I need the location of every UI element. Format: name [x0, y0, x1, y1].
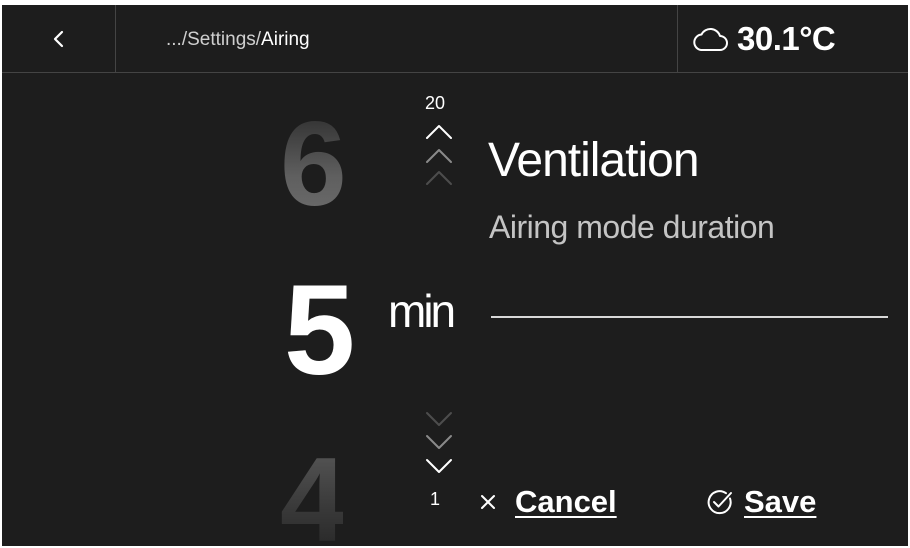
- picker-previous-value[interactable]: 6: [280, 104, 347, 224]
- back-button[interactable]: [2, 5, 116, 73]
- chevrons-up-icon[interactable]: [423, 120, 455, 190]
- picker-max-label: 20: [424, 93, 446, 113]
- picker-min-label: 1: [429, 489, 440, 509]
- breadcrumb: .../Settings/Airing: [166, 28, 310, 52]
- check-circle-icon: [707, 490, 732, 515]
- temperature-readout: 30.1°C: [737, 20, 836, 57]
- picker-unit: min: [388, 285, 456, 337]
- picker-current-value: 5: [284, 259, 355, 402]
- cancel-label: Cancel: [515, 484, 617, 519]
- airing-settings-screen: .../Settings/Airing 30.1°C 6 5 4 min 20 …: [2, 5, 908, 546]
- picker-next-value[interactable]: 4: [280, 440, 347, 546]
- setting-title: Ventilation: [488, 134, 700, 187]
- save-button[interactable]: Save: [705, 482, 816, 522]
- chevron-left-icon: [53, 30, 63, 48]
- close-icon: [481, 495, 495, 509]
- divider-line: [491, 316, 888, 318]
- weather-widget: 30.1°C: [677, 5, 908, 73]
- save-label: Save: [744, 484, 817, 519]
- chevrons-down-icon[interactable]: [423, 407, 455, 479]
- breadcrumb-path[interactable]: .../Settings/: [166, 29, 261, 50]
- setting-subtitle: Airing mode duration: [489, 209, 775, 245]
- breadcrumb-current: Airing: [261, 29, 310, 50]
- cancel-button[interactable]: Cancel: [480, 482, 617, 522]
- header-bar: .../Settings/Airing 30.1°C: [2, 5, 908, 73]
- cloud-icon: [693, 27, 728, 51]
